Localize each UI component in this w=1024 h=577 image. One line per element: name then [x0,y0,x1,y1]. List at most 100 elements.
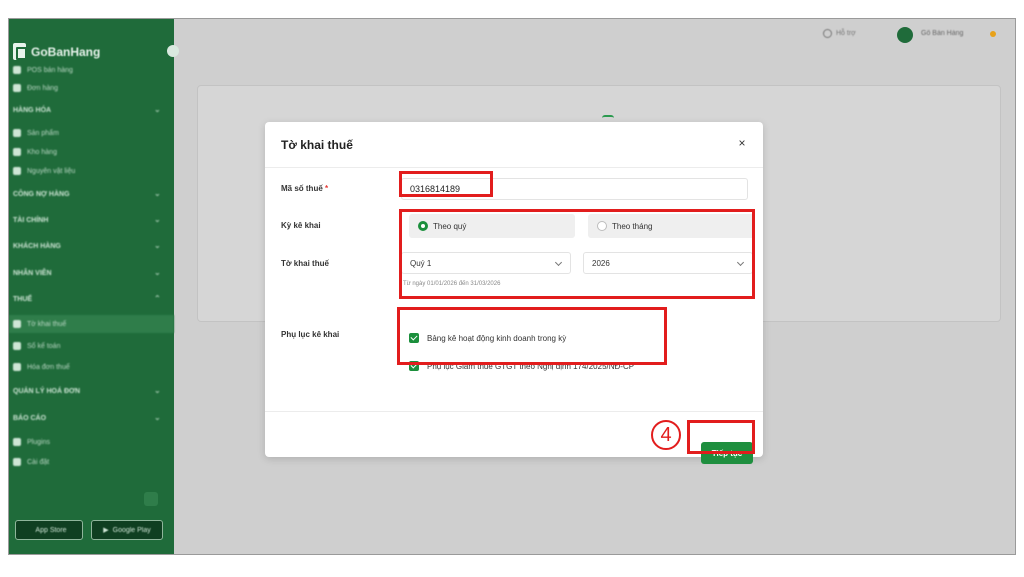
chevron-down-icon [554,258,563,267]
chevron-down-icon: ⌄ [154,241,161,250]
checkbox-checked-icon [409,333,419,343]
next-button[interactable]: Tiếp tục [701,442,753,464]
sidebar-item-label: Tờ khai thuế [27,320,67,328]
book-icon [13,342,21,350]
help-label: Hỗ trợ [836,30,856,37]
sidebar-group-reports[interactable]: BÁO CÁO ⌄ [13,411,161,425]
chevron-down-icon: ⌄ [154,268,161,277]
sidebar-group-invoices[interactable]: QUẢN LÝ HOÁ ĐƠN ⌄ [13,384,161,398]
quarter-select-value: Quý 1 [410,258,432,268]
appendix-label: Phụ lục kê khai [281,330,340,339]
period-label: Kỳ kê khai [281,221,321,230]
crown-icon [990,31,996,37]
tax-declaration-modal: Tờ khai thuế × Mã số thuế * Kỳ kê khai T… [265,122,763,464]
divider [265,167,763,168]
google-play-button[interactable]: ▶ Google Play [91,520,163,540]
chevron-down-icon: ⌄ [154,189,161,198]
sidebar-collapse-button[interactable] [167,45,179,57]
sidebar-group-label: TÀI CHÍNH [13,216,49,224]
tax-code-label-text: Mã số thuế [281,184,323,193]
year-select-value: 2026 [592,258,610,268]
appendix-2-label: Phụ lục Giảm thuế GTGT theo Nghị định 17… [427,361,635,371]
tax-code-input[interactable] [401,178,748,200]
quarter-select[interactable]: Quý 1 [401,252,571,274]
step-number-badge: 4 [651,420,681,450]
chevron-down-icon: ⌄ [154,386,161,395]
sidebar-group-label: THUẾ [13,295,33,303]
app-window: GoBanHang POS bán hàng Đơn hàng HÀNG HÓA… [8,18,1016,555]
period-month-option[interactable]: Theo tháng [588,214,754,238]
sidebar-group-label: NHÂN VIÊN [13,269,52,277]
sidebar-group-label: HÀNG HÓA [13,106,52,114]
sidebar-item-label: Sản phẩm [27,129,59,137]
required-mark: * [325,184,329,193]
user-name[interactable]: Gõ Bán Hàng [921,30,963,37]
chevron-down-icon: ⌄ [154,215,161,224]
close-icon[interactable]: × [736,137,748,149]
app-store-button[interactable]: App Store [15,520,83,540]
period-month-label: Theo tháng [612,221,653,231]
tools-icon [13,167,21,175]
modal-title: Tờ khai thuế [281,138,353,152]
radio-unselected-icon [597,221,607,231]
sidebar-item-label: Kho hàng [27,148,57,156]
sidebar-item-label: POS bán hàng [27,66,73,74]
period-quarter-option[interactable]: Theo quý [409,214,575,238]
sidebar-item-accounting-book[interactable]: Sổ kế toán [13,339,60,353]
sidebar: GoBanHang POS bán hàng Đơn hàng HÀNG HÓA… [9,19,179,554]
help-icon [823,29,832,38]
brand-logo-icon [13,43,27,60]
chevron-down-icon [736,258,745,267]
sidebar-group-label: BÁO CÁO [13,414,47,422]
sidebar-item-settings[interactable]: Cài đặt [13,455,49,469]
cart-icon [13,66,21,74]
brand-name: GoBanHang [31,44,101,59]
sidebar-group-staff[interactable]: NHÂN VIÊN ⌄ [13,266,161,280]
period-quarter-label: Theo quý [433,221,467,231]
sidebar-group-goods[interactable]: HÀNG HÓA ⌄ [13,103,161,117]
brand[interactable]: GoBanHang [13,43,100,60]
sidebar-item-orders[interactable]: Đơn hàng [13,81,58,95]
sidebar-item-label: Nguyên vật liệu [27,167,76,175]
warehouse-icon [13,148,21,156]
sidebar-item-pos[interactable]: POS bán hàng [13,63,73,77]
sidebar-item-materials[interactable]: Nguyên vật liệu [13,164,75,178]
sidebar-group-debt[interactable]: CÔNG NỢ HÀNG ⌄ [13,187,161,201]
sidebar-item-label: Plugins [27,438,50,446]
chevron-up-icon: ⌃ [154,294,161,303]
sidebar-group-label: KHÁCH HÀNG [13,242,61,250]
sidebar-group-finance[interactable]: TÀI CHÍNH ⌄ [13,213,161,227]
app-store-label: App Store [35,526,67,534]
avatar[interactable] [897,27,913,43]
radio-selected-icon [418,221,428,231]
declaration-label: Tờ khai thuế [281,259,329,268]
sidebar-item-label: Hóa đơn thuế [27,363,70,371]
help-link[interactable]: Hỗ trợ [823,29,856,38]
plugin-icon [13,438,21,446]
year-select[interactable]: 2026 [583,252,753,274]
chevron-down-icon: ⌄ [154,105,161,114]
sidebar-group-label: CÔNG NỢ HÀNG [13,190,70,198]
date-range-hint: Từ ngày 01/01/2026 đến 31/03/2026 [403,281,501,287]
google-play-label: Google Play [112,526,151,534]
sidebar-item-label: Sổ kế toán [27,342,61,350]
sidebar-group-customers[interactable]: KHÁCH HÀNG ⌄ [13,239,161,253]
sidebar-item-tax-declaration[interactable]: Tờ khai thuế [9,315,174,333]
sidebar-group-label: QUẢN LÝ HOÁ ĐƠN [13,387,81,395]
checkbox-checked-icon [409,361,419,371]
edit-icon[interactable] [144,492,158,506]
sidebar-item-products[interactable]: Sản phẩm [13,126,59,140]
tax-code-label: Mã số thuế * [281,184,328,193]
gear-icon [13,458,21,466]
sidebar-item-plugins[interactable]: Plugins [13,435,50,449]
appendix-checkbox-1[interactable]: Bảng kê hoạt động kinh doanh trong kỳ [409,333,566,343]
sidebar-item-inventory[interactable]: Kho hàng [13,145,57,159]
chevron-down-icon: ⌄ [154,413,161,422]
sidebar-item-label: Đơn hàng [27,84,59,92]
document-icon [13,84,21,92]
divider [265,411,763,412]
appendix-checkbox-2[interactable]: Phụ lục Giảm thuế GTGT theo Nghị định 17… [409,361,634,371]
sidebar-item-label: Cài đặt [27,458,50,466]
sidebar-item-tax-invoice[interactable]: Hóa đơn thuế [13,360,70,374]
sidebar-group-tax[interactable]: THUẾ ⌃ [13,292,161,306]
